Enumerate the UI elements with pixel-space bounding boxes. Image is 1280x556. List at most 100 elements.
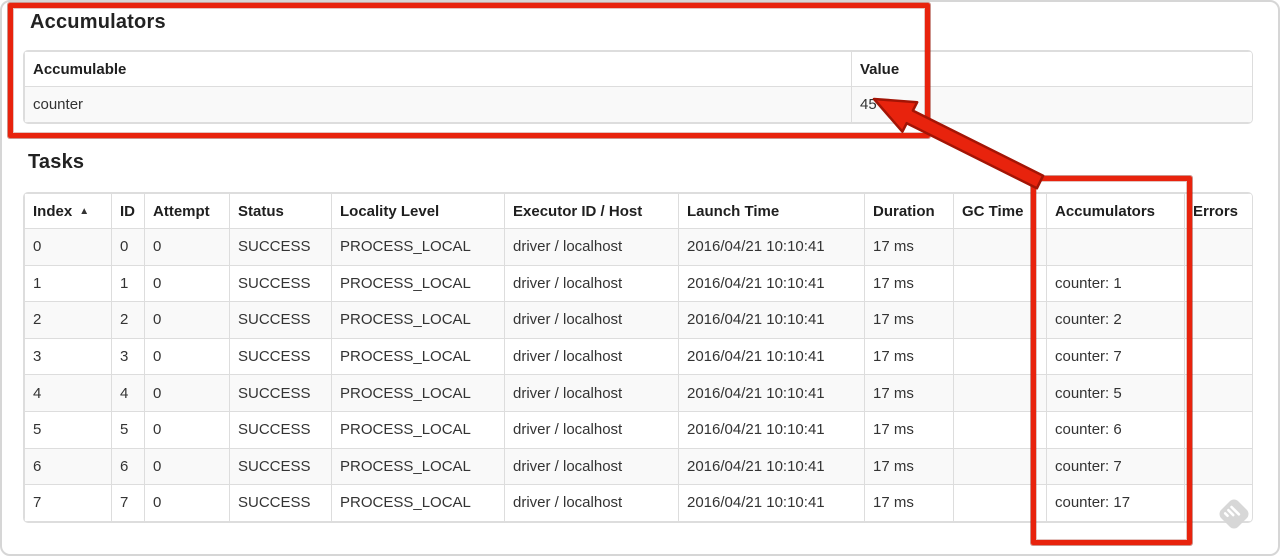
task-cell-duration: 17 ms — [864, 484, 954, 522]
col-header-accumulable[interactable]: Accumulable — [24, 51, 852, 87]
task-cell-id: 6 — [111, 447, 145, 486]
accumulators-section-title: Accumulators — [30, 11, 166, 33]
task-cell-accumulators: counter: 7 — [1046, 447, 1185, 486]
task-row: 6 6 0 SUCCESS PROCESS_LOCAL driver / loc… — [24, 447, 1252, 486]
tasks-table: Index ▲ ID Attempt Status Locality Level … — [23, 192, 1253, 523]
task-cell-launch-time: 2016/04/21 10:10:41 — [678, 264, 865, 303]
task-cell-errors — [1184, 447, 1252, 486]
task-cell-locality: PROCESS_LOCAL — [331, 301, 505, 339]
task-cell-status: SUCCESS — [229, 484, 332, 522]
accumulator-row: counter 45 — [24, 86, 1252, 123]
task-cell-launch-time: 2016/04/21 10:10:41 — [678, 374, 865, 412]
task-cell-duration: 17 ms — [864, 337, 954, 376]
task-cell-locality: PROCESS_LOCAL — [331, 410, 505, 449]
task-row: 0 0 0 SUCCESS PROCESS_LOCAL driver / loc… — [24, 228, 1252, 266]
task-cell-executor: driver / localhost — [504, 374, 679, 412]
task-cell-locality: PROCESS_LOCAL — [331, 337, 505, 376]
task-cell-locality: PROCESS_LOCAL — [331, 484, 505, 522]
task-row: 4 4 0 SUCCESS PROCESS_LOCAL driver / loc… — [24, 374, 1252, 412]
task-cell-id: 5 — [111, 410, 145, 449]
col-header-status[interactable]: Status — [229, 193, 332, 229]
task-cell-status: SUCCESS — [229, 374, 332, 412]
task-row: 3 3 0 SUCCESS PROCESS_LOCAL driver / loc… — [24, 337, 1252, 376]
task-cell-executor: driver / localhost — [504, 301, 679, 339]
task-cell-status: SUCCESS — [229, 410, 332, 449]
task-cell-attempt: 0 — [144, 410, 230, 449]
task-cell-errors — [1184, 484, 1252, 522]
task-cell-gc-time — [953, 337, 1047, 376]
task-cell-accumulators: counter: 17 — [1046, 484, 1185, 522]
task-cell-executor: driver / localhost — [504, 264, 679, 303]
task-cell-duration: 17 ms — [864, 264, 954, 303]
task-cell-index: 7 — [24, 484, 112, 522]
task-cell-attempt: 0 — [144, 447, 230, 486]
task-cell-index: 3 — [24, 337, 112, 376]
col-header-attempt[interactable]: Attempt — [144, 193, 230, 229]
task-cell-index: 2 — [24, 301, 112, 339]
task-cell-attempt: 0 — [144, 337, 230, 376]
task-cell-gc-time — [953, 410, 1047, 449]
task-cell-attempt: 0 — [144, 484, 230, 522]
task-cell-index: 6 — [24, 447, 112, 486]
task-cell-executor: driver / localhost — [504, 447, 679, 486]
task-cell-status: SUCCESS — [229, 337, 332, 376]
col-header-locality-level[interactable]: Locality Level — [331, 193, 505, 229]
task-row: 7 7 0 SUCCESS PROCESS_LOCAL driver / loc… — [24, 484, 1252, 522]
task-cell-executor: driver / localhost — [504, 228, 679, 266]
task-cell-executor: driver / localhost — [504, 337, 679, 376]
task-cell-index: 5 — [24, 410, 112, 449]
col-header-errors[interactable]: Errors — [1184, 193, 1252, 229]
task-cell-duration: 17 ms — [864, 447, 954, 486]
task-cell-index: 4 — [24, 374, 112, 412]
task-cell-status: SUCCESS — [229, 447, 332, 486]
col-header-gc-time[interactable]: GC Time — [953, 193, 1047, 229]
task-cell-duration: 17 ms — [864, 301, 954, 339]
task-cell-id: 7 — [111, 484, 145, 522]
accumulators-header-row: Accumulable Value — [24, 51, 1252, 87]
task-cell-accumulators: counter: 7 — [1046, 337, 1185, 376]
task-cell-status: SUCCESS — [229, 228, 332, 266]
task-cell-accumulators: counter: 1 — [1046, 264, 1185, 303]
task-row: 1 1 0 SUCCESS PROCESS_LOCAL driver / loc… — [24, 264, 1252, 303]
col-header-launch-time[interactable]: Launch Time — [678, 193, 865, 229]
task-cell-gc-time — [953, 228, 1047, 266]
accumulable-value-cell: 45 — [851, 86, 1252, 123]
task-cell-errors — [1184, 374, 1252, 412]
task-cell-id: 2 — [111, 301, 145, 339]
task-cell-errors — [1184, 264, 1252, 303]
task-cell-locality: PROCESS_LOCAL — [331, 264, 505, 303]
task-cell-executor: driver / localhost — [504, 410, 679, 449]
col-header-executor-id-host[interactable]: Executor ID / Host — [504, 193, 679, 229]
col-header-accumulators[interactable]: Accumulators — [1046, 193, 1185, 229]
task-cell-launch-time: 2016/04/21 10:10:41 — [678, 447, 865, 486]
task-cell-gc-time — [953, 484, 1047, 522]
tasks-header-row: Index ▲ ID Attempt Status Locality Level … — [24, 193, 1252, 229]
task-cell-duration: 17 ms — [864, 410, 954, 449]
accumulators-table: Accumulable Value counter 45 — [23, 50, 1253, 124]
col-header-duration[interactable]: Duration — [864, 193, 954, 229]
task-cell-status: SUCCESS — [229, 301, 332, 339]
task-cell-gc-time — [953, 447, 1047, 486]
task-cell-duration: 17 ms — [864, 228, 954, 266]
col-header-value[interactable]: Value — [851, 51, 1252, 87]
task-cell-launch-time: 2016/04/21 10:10:41 — [678, 301, 865, 339]
task-cell-gc-time — [953, 374, 1047, 412]
task-cell-launch-time: 2016/04/21 10:10:41 — [678, 228, 865, 266]
col-header-id[interactable]: ID — [111, 193, 145, 229]
task-cell-id: 4 — [111, 374, 145, 412]
task-cell-executor: driver / localhost — [504, 484, 679, 522]
task-cell-accumulators: counter: 5 — [1046, 374, 1185, 412]
task-row: 2 2 0 SUCCESS PROCESS_LOCAL driver / loc… — [24, 301, 1252, 339]
task-cell-errors — [1184, 228, 1252, 266]
task-cell-id: 1 — [111, 264, 145, 303]
task-cell-locality: PROCESS_LOCAL — [331, 374, 505, 412]
task-cell-gc-time — [953, 301, 1047, 339]
task-cell-attempt: 0 — [144, 228, 230, 266]
col-header-index[interactable]: Index ▲ — [24, 193, 112, 229]
task-cell-locality: PROCESS_LOCAL — [331, 228, 505, 266]
task-cell-accumulators — [1046, 228, 1185, 266]
task-cell-accumulators: counter: 2 — [1046, 301, 1185, 339]
task-cell-locality: PROCESS_LOCAL — [331, 447, 505, 486]
tasks-section-title: Tasks — [28, 151, 85, 173]
task-cell-id: 0 — [111, 228, 145, 266]
